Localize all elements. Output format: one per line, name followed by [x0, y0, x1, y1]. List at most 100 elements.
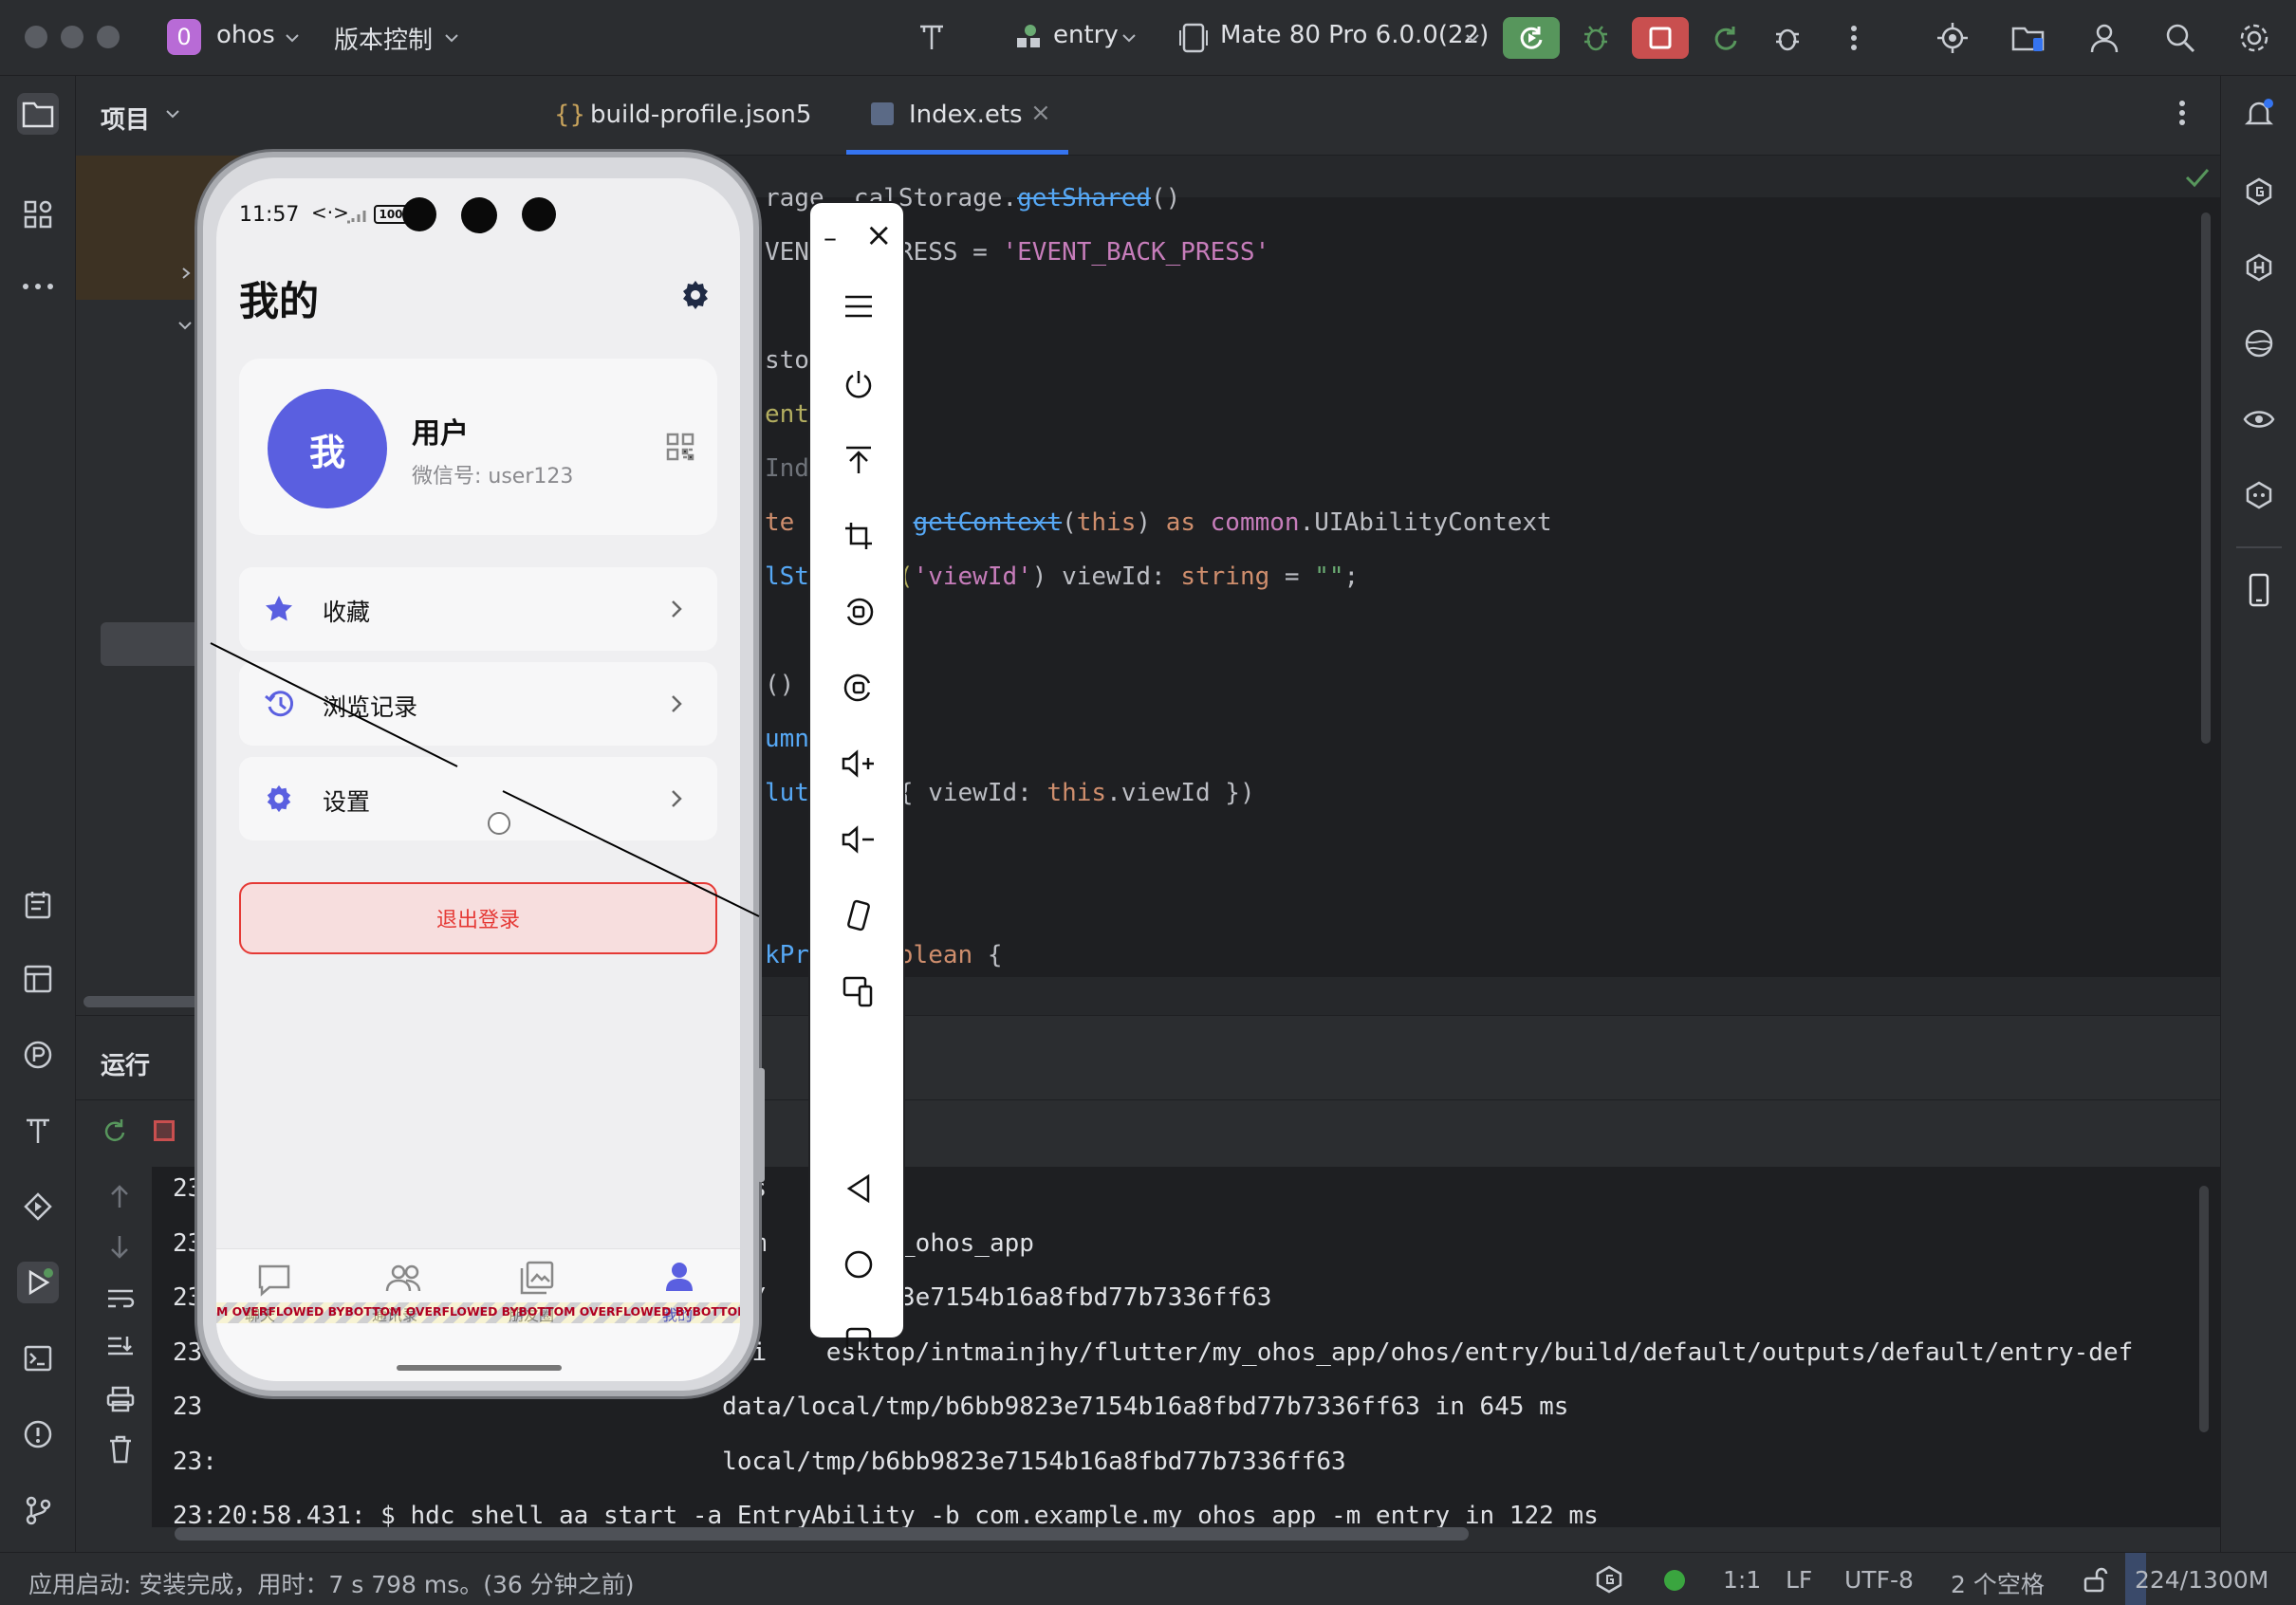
gear-icon[interactable] — [679, 279, 712, 311]
scroll-to-end-icon[interactable] — [106, 1335, 135, 1359]
vcs-dropdown[interactable]: 版本控制 — [334, 21, 433, 56]
menu-item-settings[interactable]: 设置 — [239, 757, 717, 840]
chevron-down-icon[interactable] — [176, 317, 194, 334]
code-editor[interactable]: rage calStorage.getShared() VENT PRESS = … — [528, 156, 2220, 1015]
multi-device-icon[interactable] — [833, 966, 884, 1017]
status-indicator-dot[interactable] — [1664, 1570, 1685, 1591]
profiler-p-icon[interactable] — [17, 1034, 59, 1076]
hvigor-icon[interactable] — [2238, 247, 2280, 288]
chat-icon[interactable] — [256, 1263, 292, 1297]
tab-options-icon[interactable] — [2178, 99, 2186, 127]
cursor-position[interactable]: 1:1 — [1723, 1566, 1761, 1594]
bottom-nav: 聊天 通讯录 朋友圈 我的 M OVERFLOWED BYBOTTOM OVER… — [216, 1248, 740, 1381]
layout-inspector-icon[interactable] — [17, 958, 59, 1000]
device-manager-icon[interactable] — [2008, 17, 2049, 59]
account-icon[interactable] — [2083, 17, 2125, 59]
problems-icon[interactable] — [17, 1413, 59, 1455]
window-minimize-button[interactable] — [61, 26, 83, 48]
codegenie-icon[interactable] — [2238, 171, 2280, 212]
print-icon[interactable] — [106, 1386, 135, 1412]
stop-button[interactable] — [1632, 17, 1689, 59]
debug-icon[interactable] — [1575, 17, 1617, 59]
console-horizontal-scrollbar[interactable] — [175, 1527, 1469, 1540]
soft-wrap-icon[interactable] — [106, 1287, 135, 1312]
avatar[interactable]: 我 — [268, 389, 387, 508]
notifications-icon[interactable] — [2238, 93, 2280, 135]
preview-eye-icon[interactable] — [2238, 398, 2280, 440]
code-token: getContext — [913, 508, 1063, 537]
rerun-icon[interactable] — [101, 1116, 129, 1145]
services-icon[interactable] — [17, 1186, 59, 1227]
more-tools-icon[interactable] — [17, 266, 59, 307]
device-preview-icon[interactable] — [2238, 569, 2280, 611]
scroll-down-icon[interactable] — [108, 1234, 131, 1261]
camera-cutout — [461, 197, 497, 233]
power-icon[interactable] — [833, 359, 884, 410]
moments-icon[interactable] — [520, 1261, 554, 1295]
recents-icon[interactable] — [833, 1315, 884, 1366]
trash-icon[interactable] — [108, 1435, 133, 1464]
status-message[interactable]: 应用启动: 安装完成，用时：7 s 798 ms。(36 分钟之前) — [28, 1566, 635, 1600]
volume-down-icon[interactable] — [833, 814, 884, 865]
editor-scrollbar[interactable] — [2201, 212, 2211, 744]
tab-close-icon[interactable]: × — [1030, 99, 1051, 127]
phone-screen[interactable]: 11:57 <·> 100 我的 我 用户 微信号: user123 收藏 浏览… — [216, 178, 740, 1381]
crop-screenshot-icon[interactable] — [833, 510, 884, 562]
arkts-tool-icon[interactable] — [911, 17, 953, 59]
home-icon[interactable] — [833, 1239, 884, 1290]
contacts-icon[interactable] — [385, 1263, 423, 1295]
window-close-button[interactable] — [25, 26, 47, 48]
stop-icon[interactable] — [154, 1120, 175, 1141]
project-name-dropdown[interactable]: ohos — [216, 21, 275, 49]
globe-icon[interactable] — [2238, 323, 2280, 364]
rotate-left-icon[interactable] — [833, 586, 884, 637]
pin-top-icon[interactable] — [833, 434, 884, 486]
menu-item-favorites[interactable]: 收藏 — [239, 567, 717, 651]
git-icon[interactable] — [17, 1489, 59, 1531]
console-timestamp: 23: — [173, 1447, 217, 1476]
settings-icon[interactable] — [2233, 17, 2275, 59]
minimize-icon[interactable]: – — [824, 222, 837, 253]
ets-file-icon — [871, 102, 894, 125]
structure-icon[interactable] — [17, 194, 59, 235]
profiler-icon[interactable] — [1932, 17, 1973, 59]
rotate-right-icon[interactable] — [833, 662, 884, 713]
indent-setting[interactable]: 2 个空格 — [1951, 1566, 2045, 1600]
window-zoom-button[interactable] — [97, 26, 120, 48]
arkui-icon[interactable] — [17, 1110, 59, 1152]
run-tool-icon[interactable] — [17, 1262, 59, 1303]
more-actions-icon[interactable] — [1833, 17, 1875, 59]
profile-card[interactable]: 我 用户 微信号: user123 — [239, 359, 717, 535]
attach-debugger-icon[interactable] — [1767, 17, 1808, 59]
qr-code-icon[interactable] — [666, 433, 694, 461]
tab-build-profile[interactable]: build-profile.json5 — [590, 101, 811, 129]
chevron-right-icon[interactable] — [178, 266, 194, 281]
volume-up-icon[interactable] — [833, 738, 884, 789]
codegenie-status-icon[interactable] — [1594, 1564, 1624, 1595]
line-separator[interactable]: LF — [1786, 1566, 1812, 1594]
logout-button[interactable]: 退出登录 — [239, 882, 717, 954]
device-dropdown[interactable]: Mate 80 Pro 6.0.0(22) — [1220, 21, 1489, 49]
file-encoding[interactable]: UTF-8 — [1844, 1566, 1914, 1594]
unlock-icon[interactable] — [2082, 1566, 2108, 1593]
todo-icon[interactable] — [17, 884, 59, 926]
robot-icon[interactable] — [2238, 474, 2280, 516]
back-icon[interactable] — [833, 1163, 884, 1214]
console-vertical-scrollbar[interactable] — [2199, 1186, 2209, 1432]
apply-changes-icon[interactable] — [1704, 17, 1746, 59]
tab-index-ets[interactable]: Index.ets — [909, 101, 1023, 129]
scroll-up-icon[interactable] — [108, 1183, 131, 1209]
rerun-button[interactable] — [1503, 17, 1560, 59]
home-indicator[interactable] — [397, 1365, 562, 1371]
me-icon[interactable] — [664, 1261, 694, 1293]
memory-indicator[interactable]: 224/1300M — [2135, 1566, 2268, 1594]
shake-device-icon[interactable] — [833, 890, 884, 941]
menu-item-history[interactable]: 浏览记录 — [239, 662, 717, 746]
menu-icon[interactable] — [833, 281, 884, 332]
run-panel-title: 运行 — [101, 1052, 151, 1080]
project-badge[interactable]: 0 — [167, 19, 201, 55]
search-icon[interactable] — [2159, 17, 2201, 59]
project-folder-icon[interactable] — [17, 93, 59, 135]
close-icon[interactable]: × — [865, 216, 893, 254]
terminal-icon[interactable] — [17, 1338, 59, 1379]
